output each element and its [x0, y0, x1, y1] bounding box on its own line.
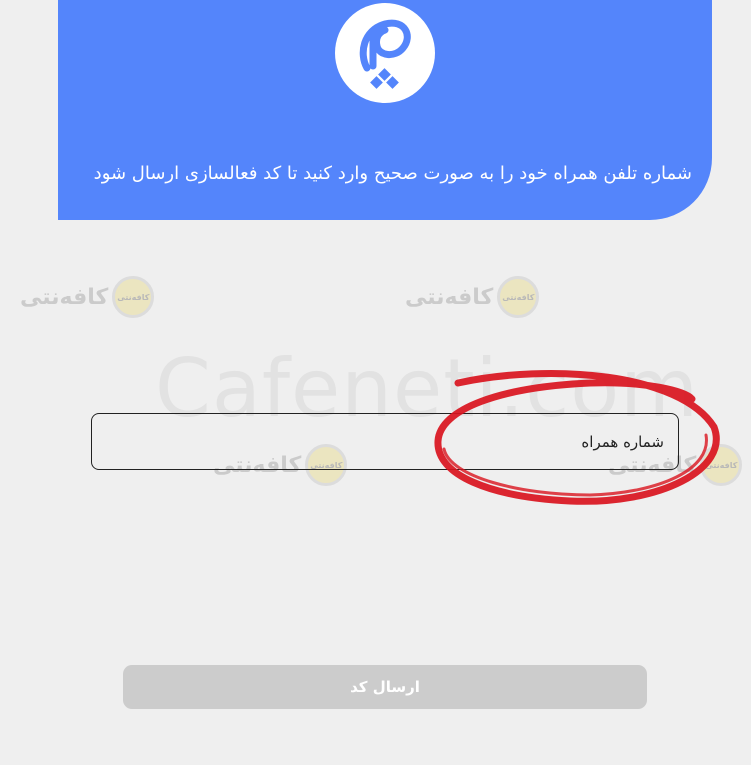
watermark-logo: کافه‌نتی کافه‌نتی	[20, 276, 155, 318]
watermark-seal-icon: کافه‌نتی	[112, 276, 155, 318]
watermark-seal-text: کافه‌نتی	[705, 460, 738, 470]
verification-page: شماره تلفن همراه خود را به صورت صحیح وار…	[0, 0, 751, 765]
phone-number-input[interactable]	[91, 413, 679, 470]
watermark-seal-icon: کافه‌نتی	[700, 444, 743, 486]
app-logo-icon	[335, 3, 435, 103]
watermark-seal-icon: کافه‌نتی	[497, 276, 540, 318]
instruction-text: شماره تلفن همراه خود را به صورت صحیح وار…	[93, 163, 692, 184]
send-code-button[interactable]: ارسال کد	[123, 665, 647, 709]
header-banner: شماره تلفن همراه خود را به صورت صحیح وار…	[58, 0, 712, 220]
watermark-seal-text: کافه‌نتی	[117, 292, 150, 302]
watermark-brand-text: کافه‌نتی	[20, 284, 109, 310]
watermark-logo: کافه‌نتی کافه‌نتی	[405, 276, 540, 318]
watermark-seal-text: کافه‌نتی	[502, 292, 535, 302]
watermark-brand-text: کافه‌نتی	[405, 284, 494, 310]
